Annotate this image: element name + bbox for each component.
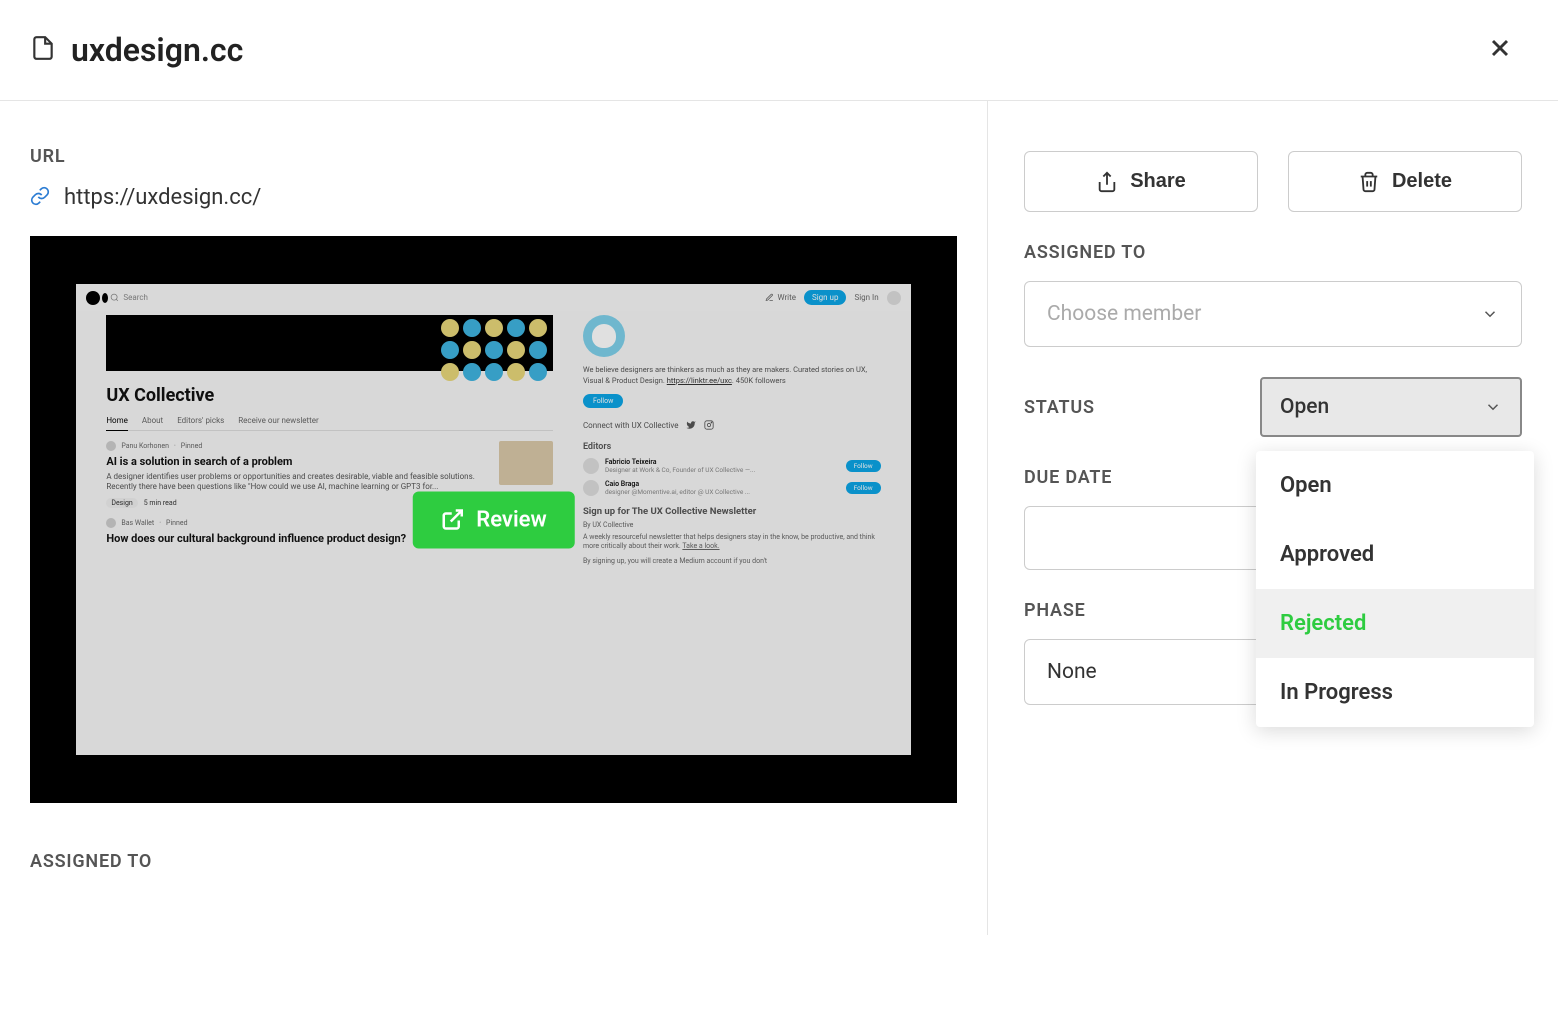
page-title: uxdesign.cc (71, 31, 243, 69)
preview-signin: Sign In (854, 293, 878, 302)
status-option-open[interactable]: Open (1256, 451, 1534, 520)
share-button[interactable]: Share (1024, 151, 1258, 212)
medium-logo-icon (86, 291, 100, 305)
main-container: URL https://uxdesign.cc/ Search (0, 101, 1558, 935)
preview-connect: Connect with UX Collective (583, 420, 881, 430)
status-option-in-progress[interactable]: In Progress (1256, 658, 1534, 727)
preview-editor-1: Fabricio TeixeiraDesigner at Work & Co, … (583, 458, 881, 474)
right-panel: Share Delete ASSIGNED TO Choose member S… (988, 101, 1558, 935)
chevron-down-icon (1481, 305, 1499, 323)
preview-signup: Sign up (804, 290, 847, 305)
left-panel: URL https://uxdesign.cc/ Search (0, 101, 988, 935)
preview-hero (106, 315, 553, 371)
assigned-to-select[interactable]: Choose member (1024, 281, 1522, 347)
status-field: STATUS Open Open Approved Rejected In Pr… (1024, 377, 1522, 437)
preview-editor-2: Caio Bragadesigner @Momentive.ai, editor… (583, 480, 881, 496)
document-icon (30, 35, 56, 65)
preview-tabs: Home About Editors' picks Receive our ne… (106, 416, 553, 431)
url-label: URL (30, 146, 957, 167)
url-row: https://uxdesign.cc/ (30, 185, 957, 210)
link-icon (30, 186, 50, 210)
preview-publication-avatar-icon (583, 315, 625, 357)
status-option-approved[interactable]: Approved (1256, 520, 1534, 589)
left-assigned-label: ASSIGNED TO (30, 851, 957, 872)
status-option-rejected[interactable]: Rejected (1256, 589, 1534, 658)
preview-avatar-icon (887, 291, 901, 305)
header-left: uxdesign.cc (30, 31, 243, 69)
chevron-down-icon (1484, 398, 1502, 416)
header: uxdesign.cc (0, 0, 1558, 101)
assigned-to-field: ASSIGNED TO Choose member (1024, 242, 1522, 347)
status-label: STATUS (1024, 397, 1240, 418)
preview-search: Search (110, 293, 148, 302)
review-button[interactable]: Review (412, 491, 575, 548)
assigned-to-label: ASSIGNED TO (1024, 242, 1522, 263)
external-link-icon (440, 508, 464, 532)
preview-follow: Follow (583, 394, 623, 408)
preview-brand: UX Collective (106, 385, 553, 406)
preview-thumb-1 (499, 441, 553, 485)
action-buttons: Share Delete (1024, 151, 1522, 212)
share-icon (1096, 171, 1118, 193)
preview-write: Write (765, 293, 796, 302)
status-select[interactable]: Open (1260, 377, 1522, 437)
url-value[interactable]: https://uxdesign.cc/ (64, 185, 261, 210)
trash-icon (1358, 171, 1380, 193)
close-button[interactable] (1482, 30, 1518, 70)
delete-button[interactable]: Delete (1288, 151, 1522, 212)
preview-topbar: Search Write Sign up Sign In (76, 284, 910, 311)
preview-desc: We believe designers are thinkers as muc… (583, 365, 881, 386)
status-dropdown: Open Approved Rejected In Progress (1256, 451, 1534, 727)
preview-box: Search Write Sign up Sign In (30, 236, 957, 803)
